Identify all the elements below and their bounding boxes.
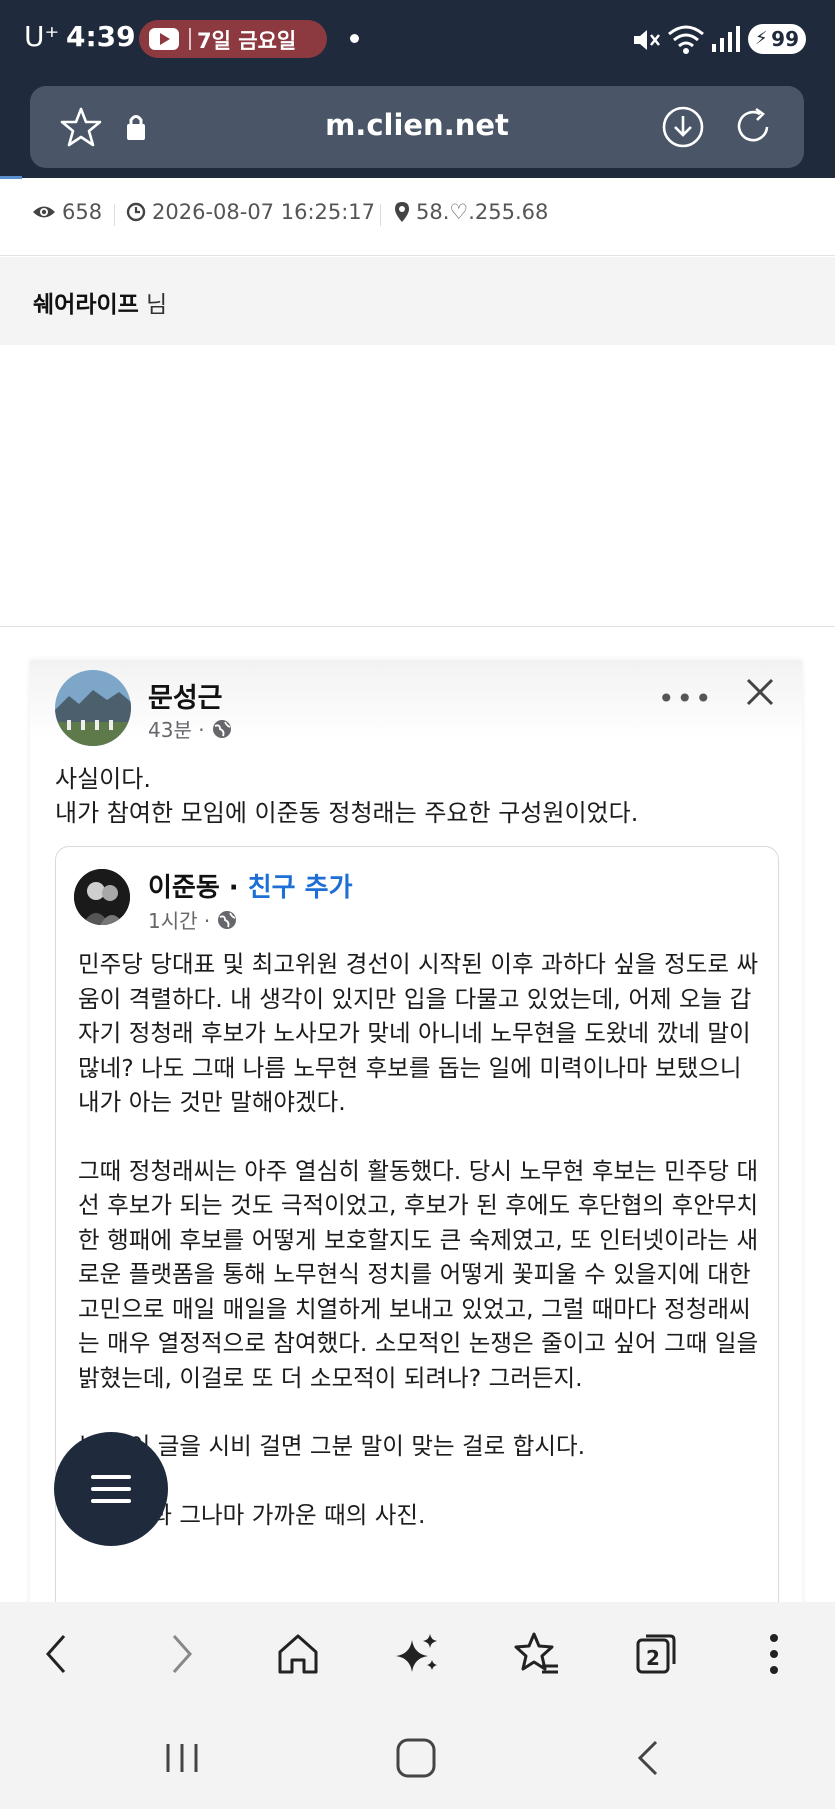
globe-icon xyxy=(212,719,231,738)
home-icon[interactable] xyxy=(274,1630,322,1678)
back-nav-icon[interactable] xyxy=(628,1736,672,1780)
eye-icon xyxy=(33,206,55,218)
post-time-value: 43분 · xyxy=(148,718,205,742)
shared-post-time-value: 1시간 · xyxy=(148,909,211,933)
view-count-value: 658 xyxy=(62,200,103,224)
content-spacer xyxy=(0,345,835,627)
post-body: 사실이다. 내가 참여한 모임에 이준동 정청래는 주요한 구성원이었다. xyxy=(55,762,785,830)
view-count: 658 xyxy=(32,200,102,224)
tab-count: 2 xyxy=(646,1646,660,1670)
globe-icon xyxy=(218,910,237,929)
location-pin-icon xyxy=(395,202,409,222)
post-body-line: 사실이다. xyxy=(55,765,151,793)
bookmarks-icon[interactable] xyxy=(512,1630,560,1678)
page-load-progress xyxy=(0,176,22,179)
shared-paragraph: 그 시절과 그나마 가까운 때의 사진. xyxy=(78,1500,426,1529)
browser-toolbar: 2 xyxy=(0,1602,835,1704)
shared-paragraph: 누가 이 글을 시비 걸면 그분 말이 맞는 걸로 합시다. xyxy=(78,1432,586,1460)
reload-icon[interactable] xyxy=(730,104,776,150)
more-options-icon: ••• xyxy=(658,682,714,715)
battery-level: 99 xyxy=(771,27,799,51)
post-body-line: 내가 참여한 모임에 이준동 정청래는 주요한 구성원이었다. xyxy=(55,799,639,827)
home-nav-icon[interactable] xyxy=(394,1736,438,1780)
menu-bar xyxy=(91,1475,131,1479)
clock-icon xyxy=(126,202,146,222)
shared-post-time: 1시간 · xyxy=(148,905,238,934)
author-nickname[interactable]: 쉐어라이프 xyxy=(33,285,139,319)
tabs-button[interactable]: 2 xyxy=(632,1630,680,1678)
post-datetime: 2026-08-07 16:25:17 xyxy=(126,200,375,224)
menu-bar xyxy=(91,1487,131,1491)
system-navigation-bar xyxy=(0,1704,835,1809)
author-honorific: 님 xyxy=(146,292,168,318)
avatar-photo-icon xyxy=(55,670,131,746)
mute-icon xyxy=(634,30,660,50)
download-icon[interactable] xyxy=(660,104,706,150)
battery-indicator: ⚡ 99 xyxy=(748,24,806,54)
post-time: 43분 · xyxy=(148,714,233,743)
more-icon[interactable] xyxy=(750,1630,798,1678)
status-bar: U⁺ 4:39 7일 금요일 ⚡ 99 xyxy=(0,0,835,80)
meta-divider xyxy=(380,204,381,226)
carrier-label: U⁺ xyxy=(24,20,60,53)
back-icon[interactable] xyxy=(34,1630,82,1678)
forward-icon[interactable] xyxy=(156,1630,204,1678)
menu-bar xyxy=(91,1499,131,1503)
address-bar[interactable]: m.clien.net xyxy=(30,86,804,168)
floating-menu-button[interactable] xyxy=(54,1432,168,1546)
notification-dot-icon xyxy=(350,34,359,43)
post-ip: 58.♡.255.68 xyxy=(394,200,548,224)
shared-post-card: 이준동 · 친구 추가 1시간 · 민주당 당대표 및 최고위원 경선이 시작된… xyxy=(55,846,779,1676)
notification-text: 7일 금요일 xyxy=(197,29,297,53)
sparkle-icon[interactable] xyxy=(394,1630,442,1678)
pill-divider xyxy=(189,28,191,50)
signal-icon xyxy=(712,26,740,52)
close-icon xyxy=(746,678,774,706)
author-row: 쉐어라이프 님 xyxy=(0,257,835,345)
avatar xyxy=(55,670,131,746)
shared-paragraph: 민주당 당대표 및 최고위원 경선이 시작된 이후 과하다 싶을 정도로 싸움이… xyxy=(78,950,759,1116)
post-meta-row: 658 2026-08-07 16:25:17 58.♡.255.68 xyxy=(0,180,835,256)
browser-top-bar: U⁺ 4:39 7일 금요일 ⚡ 99 m.clien.net xyxy=(0,0,835,179)
shared-post-text: 민주당 당대표 및 최고위원 경선이 시작된 이후 과하다 싶을 정도로 싸움이… xyxy=(78,947,768,1566)
youtube-notification-pill[interactable]: 7일 금요일 xyxy=(139,20,327,58)
shared-author-name: 이준동 · xyxy=(148,873,239,903)
shared-author: 이준동 · 친구 추가 xyxy=(148,867,353,904)
post-author-name: 문성근 xyxy=(148,683,223,714)
post-datetime-value: 2026-08-07 16:25:17 xyxy=(152,200,376,224)
wifi-icon xyxy=(668,25,704,54)
charging-icon: ⚡ xyxy=(755,28,768,49)
status-time: 4:39 xyxy=(66,20,136,53)
avatar xyxy=(74,869,130,925)
add-friend-link: 친구 추가 xyxy=(247,873,353,903)
youtube-icon xyxy=(149,28,179,50)
avatar-photo-icon xyxy=(74,869,130,925)
meta-divider xyxy=(114,204,115,226)
shared-paragraph: 그때 정청래씨는 아주 열심히 활동했다. 당시 노무현 후보는 민주당 대선 … xyxy=(78,1156,759,1392)
recent-apps-icon[interactable] xyxy=(160,1736,204,1780)
post-ip-value: 58.♡.255.68 xyxy=(416,200,549,224)
